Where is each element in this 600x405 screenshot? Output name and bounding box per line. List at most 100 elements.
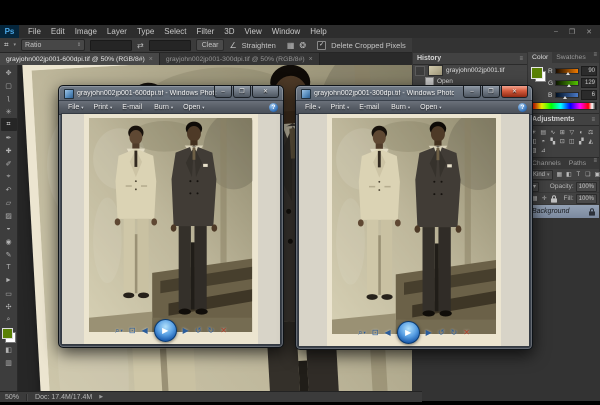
crop-height-input[interactable] [149,40,191,51]
clear-button[interactable]: Clear [196,39,225,51]
straighten-button[interactable]: Straighten [242,41,276,50]
slider-thumb-icon[interactable] [567,84,571,87]
menu-item[interactable]: Window [267,27,305,36]
viewer-menu-item[interactable]: Burn ▾ [149,104,178,111]
channel-slider[interactable] [555,92,579,98]
viewer-menu-item[interactable]: Print ▾ [89,104,118,111]
menu-item[interactable]: 3D [219,27,239,36]
maximize-button[interactable]: ❐ [233,86,251,98]
crop-settings-gear-icon[interactable]: ❂ [299,41,306,50]
tool-marquee[interactable]: ▢ [1,79,17,92]
tool-quick-selection[interactable]: ✳ [1,105,17,118]
adjustment-preset-icon[interactable]: ⚖ [586,128,596,137]
toolbar-mode-icon[interactable]: ◧ [1,343,17,356]
tool-eyedropper[interactable]: ✒ [1,131,17,144]
tool-path-selection[interactable]: ► [1,274,17,287]
layer-filter-icon[interactable]: ▦ [555,170,565,179]
adjustment-preset-icon[interactable]: ◓ [539,137,549,146]
previous-button[interactable]: ◀ [385,328,391,337]
panel-menu-icon[interactable]: ≡ [593,52,599,63]
crop-width-input[interactable] [90,40,132,51]
tool-lasso[interactable]: ʅ [1,92,17,105]
channel-value-field[interactable]: 90 [581,66,597,76]
photo-viewer-window-1[interactable]: grayjohn002jp001-600dpi.tif - Windows Ph… [58,85,284,348]
menu-item[interactable]: Layer [102,27,132,36]
foreground-color-swatch[interactable] [531,67,543,79]
slider-thumb-icon[interactable] [563,96,567,99]
opacity-field[interactable]: 100% [576,182,597,192]
tool-blur[interactable]: ◒ [1,222,17,235]
panel-menu-icon[interactable]: ≡ [593,158,599,169]
menu-item[interactable]: Image [70,27,102,36]
document-tab[interactable]: grayjohn002jp001-600dpi.tif @ 50% (RGB/8… [0,53,160,65]
close-tab-icon[interactable]: × [309,56,313,63]
tool-crop[interactable]: ⌗ [1,118,17,131]
viewer-menu-item[interactable]: File ▾ [300,104,326,111]
layer-row-background[interactable]: Background [528,205,599,218]
layer-filter-icon[interactable]: ❏ [583,170,593,179]
viewer-menu-item[interactable]: E-mail [354,104,386,111]
rotate-ccw-button[interactable]: ↺ [438,328,445,337]
tool-hand[interactable]: ✣ [1,300,17,313]
tool-type[interactable]: T [1,261,17,274]
next-button[interactable]: ▶ [426,328,432,337]
app-window-control-button[interactable]: ✕ [586,28,592,36]
minimize-button[interactable]: – [214,86,232,98]
help-icon[interactable]: ? [269,103,278,112]
panel-menu-icon[interactable]: ≡ [591,117,595,123]
viewer2-title-bar[interactable]: grayjohn002jp001-300dpi.tif - Windows Ph… [296,86,532,100]
channel-value-field[interactable]: 6 [581,90,597,100]
tool-shape[interactable]: ▭ [1,287,17,300]
tool-brush[interactable]: ✐ [1,157,17,170]
history-snapshot-row[interactable]: grayjohn002jp001.tif [413,65,527,76]
next-button[interactable]: ▶ [183,326,189,335]
adjustment-preset-icon[interactable]: ▚ [548,137,558,146]
menu-item[interactable]: Edit [46,27,70,36]
tool-move[interactable]: ✥ [1,66,17,79]
channel-value-field[interactable]: 129 [581,78,597,88]
maximize-button[interactable]: ❐ [482,86,500,98]
color-spectrum-ramp[interactable] [531,102,597,110]
adjustment-preset-icon[interactable]: ▤ [539,128,549,137]
app-window-control-button[interactable]: – [554,28,558,36]
adjustment-preset-icon[interactable]: ▽ [567,128,577,137]
help-icon[interactable]: ? [518,103,527,112]
channel-slider[interactable] [555,68,579,74]
tool-dodge[interactable]: ◉ [1,235,17,248]
rotate-ccw-button[interactable]: ↺ [195,326,202,335]
lock-icon[interactable] [551,195,557,203]
tool-preset-caret-icon[interactable]: ▾ [14,42,17,48]
tab-paths[interactable]: Paths [565,158,590,169]
menu-item[interactable]: Filter [192,27,220,36]
adjustment-preset-icon[interactable]: ⊞ [558,128,568,137]
rotate-cw-button[interactable]: ↻ [451,328,458,337]
slider-thumb-icon[interactable] [566,72,570,75]
layer-filter-icon[interactable]: ◧ [564,170,574,179]
adjustment-preset-icon[interactable]: ◭ [586,137,596,146]
zoom-level-field[interactable]: 50% [5,394,19,401]
previous-button[interactable]: ◀ [142,326,148,335]
close-button[interactable]: ✕ [501,86,528,98]
adjustment-preset-icon[interactable]: ⊿ [539,146,549,155]
close-button[interactable]: ✕ [252,86,279,98]
menu-item[interactable]: Select [159,27,191,36]
swap-dimensions-icon[interactable]: ⇄ [137,41,144,50]
actual-size-button[interactable]: ⊡ [129,326,136,335]
viewer-menu-item[interactable]: File ▾ [63,104,89,111]
adjustment-preset-icon[interactable]: ▞ [577,137,587,146]
viewer-menu-item[interactable]: Print ▾ [326,104,355,111]
tool-gradient[interactable]: ▨ [1,209,17,222]
crop-ratio-select[interactable]: Ratio ⇕ [21,39,85,51]
status-menu-arrow-icon[interactable]: ▶ [99,394,103,400]
zoom-button[interactable]: ⌕▾ [115,326,123,336]
adjustment-preset-icon[interactable]: ◫ [567,137,577,146]
delete-cropped-pixels-checkbox[interactable]: ✓ [317,41,326,50]
slideshow-button[interactable]: ▶ [397,321,420,344]
tab-swatches[interactable]: Swatches [552,52,589,63]
actual-size-button[interactable]: ⊡ [372,328,379,337]
tool-zoom[interactable]: ⌕ [1,313,17,326]
viewer-menu-item[interactable]: Open ▾ [415,104,446,111]
history-brush-source-checkbox[interactable] [415,66,425,76]
delete-button[interactable]: ✕ [220,326,227,335]
menu-item[interactable]: Help [305,27,331,36]
